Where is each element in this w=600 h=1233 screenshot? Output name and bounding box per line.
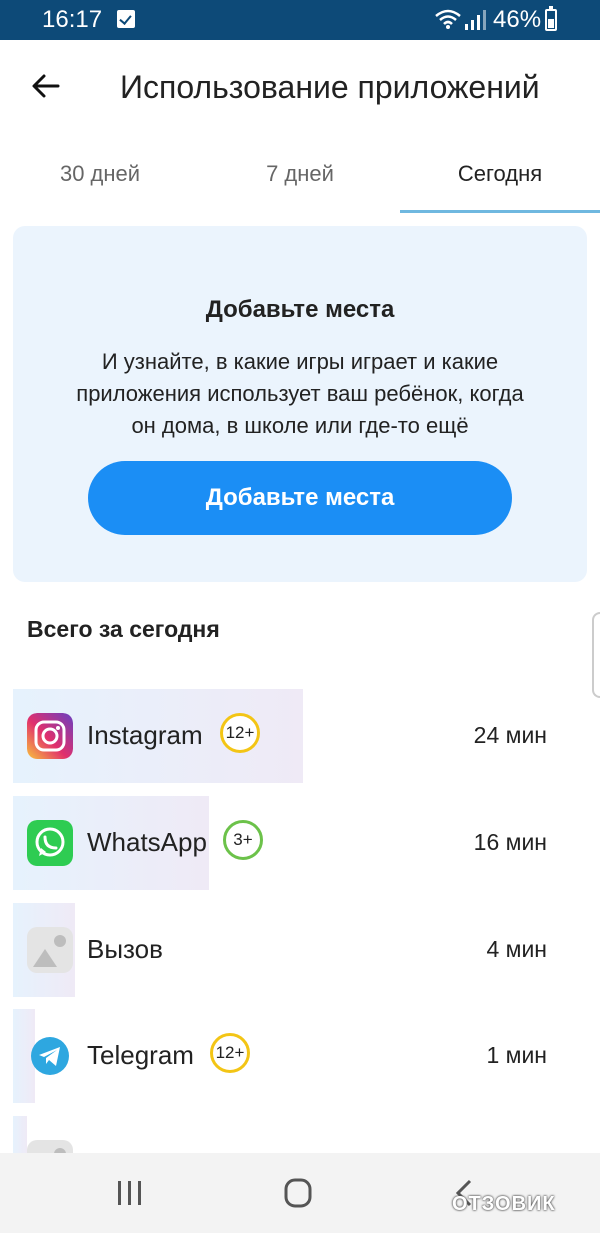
app-row-call[interactable]: Вызов 4 мин xyxy=(13,903,600,997)
app-name: Вызов xyxy=(87,934,163,964)
tab-30-days[interactable]: 30 дней xyxy=(0,150,200,214)
usage-bar xyxy=(13,1116,27,1156)
status-bar: 16:17 46% xyxy=(0,0,600,40)
promo-description: И узнайте, в какие игры играет и какие п… xyxy=(76,349,524,438)
status-time: 16:17 xyxy=(42,6,103,33)
home-icon[interactable] xyxy=(278,1175,318,1211)
section-title: Всего за сегодня xyxy=(27,616,220,642)
wifi-icon xyxy=(435,9,461,29)
app-row-instagram[interactable]: Instagram 12+ 24 мин xyxy=(13,689,600,783)
recent-apps-icon[interactable] xyxy=(110,1175,150,1211)
active-tab-indicator xyxy=(400,210,600,213)
tab-today[interactable]: Сегодня xyxy=(400,150,600,214)
add-places-card: Добавьте места И узнайте, в какие игры и… xyxy=(13,226,587,582)
notification-check-icon xyxy=(117,10,135,28)
app-row-telegram[interactable]: Telegram 12+ 1 мин xyxy=(13,1009,600,1103)
usage-time: 24 мин xyxy=(473,722,547,748)
signal-icon xyxy=(465,10,486,30)
app-header: Использование приложений xyxy=(0,40,600,136)
period-tabs: 30 дней 7 дней Сегодня xyxy=(0,150,600,214)
usage-time: 16 мин xyxy=(473,829,547,855)
battery-icon xyxy=(545,6,557,31)
app-name: Instagram xyxy=(87,720,203,750)
page-title: Использование приложений xyxy=(120,69,540,105)
back-arrow-icon[interactable] xyxy=(28,68,64,104)
telegram-icon xyxy=(27,1033,73,1079)
usage-time: 4 мин xyxy=(486,936,547,962)
watermark-logo: ОТЗОВИК xyxy=(452,1193,556,1215)
image-placeholder-icon xyxy=(27,927,73,973)
app-row-whatsapp[interactable]: WhatsApp 3+ 16 мин xyxy=(13,796,600,890)
tab-7-days[interactable]: 7 дней xyxy=(200,150,400,214)
promo-title: Добавьте места xyxy=(205,296,395,323)
app-row-partial[interactable] xyxy=(13,1116,600,1156)
age-rating-badge: 12+ xyxy=(220,713,260,753)
app-name: WhatsApp xyxy=(87,827,207,857)
battery-percent: 46% xyxy=(493,6,542,33)
age-rating-badge: 3+ xyxy=(223,820,263,860)
whatsapp-icon xyxy=(27,820,73,866)
instagram-icon xyxy=(27,713,73,759)
add-places-button[interactable]: Добавьте места xyxy=(88,461,512,535)
scroll-indicator xyxy=(592,612,600,698)
age-rating-badge: 12+ xyxy=(210,1033,250,1073)
usage-time: 1 мин xyxy=(486,1042,547,1068)
app-name: Telegram xyxy=(87,1040,194,1070)
